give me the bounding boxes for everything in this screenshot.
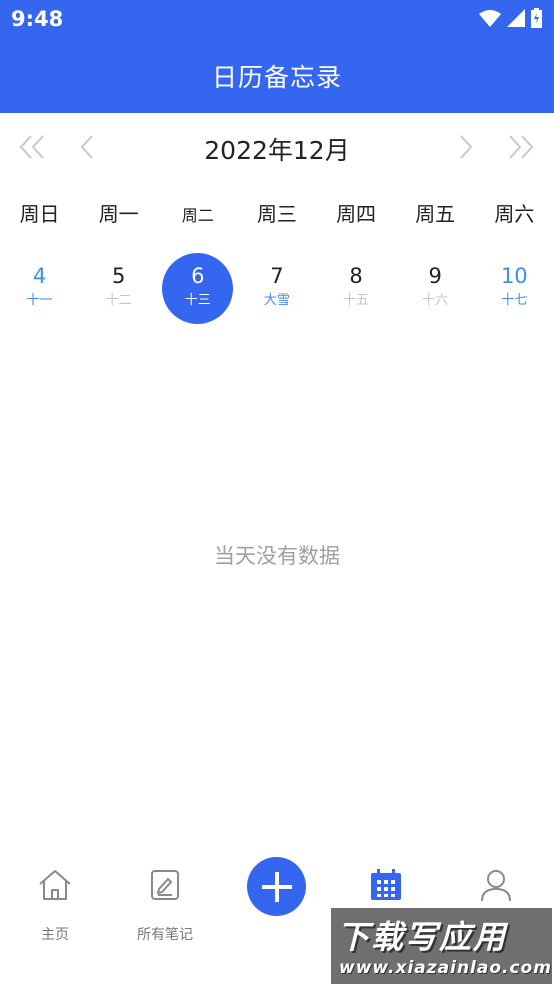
day-cell[interactable]: 9 十六 (396, 252, 475, 328)
app-bar: 9:48 日历备忘录 (0, 0, 554, 113)
weekday-label: 周五 (415, 202, 456, 226)
month-navigation: 2022年12月 (0, 113, 554, 181)
weekday-label: 周三 (256, 202, 297, 226)
weekday-label: 周日 (19, 202, 60, 226)
lunar-date: 十五 (343, 293, 370, 308)
page-title: 日历备忘录 (211, 63, 342, 92)
status-icons (479, 8, 542, 28)
empty-state-text: 当天没有数据 (214, 544, 340, 568)
day-cell[interactable]: 8 十五 (317, 252, 396, 328)
day-cell[interactable]: 4 十一 (0, 252, 79, 328)
day-cell[interactable]: 7 大雪 (237, 252, 316, 328)
lunar-date: 十六 (422, 293, 449, 308)
calendar-icon (371, 869, 401, 900)
tab-profile[interactable] (441, 868, 551, 902)
watermark-url: www.xiazainlao.com (339, 958, 552, 978)
tab-all-notes-label: 所有笔记 (137, 927, 193, 943)
tab-home[interactable]: 主页 (0, 868, 110, 944)
weekday-label: 周六 (494, 202, 535, 226)
tab-all-notes[interactable]: 所有笔记 (110, 868, 220, 944)
weekday-label: 周二 (181, 206, 214, 225)
day-cell[interactable]: 5 十二 (79, 252, 158, 328)
day-number: 8 (349, 264, 363, 288)
chevron-right-icon (460, 135, 473, 159)
day-number: 4 (32, 264, 47, 288)
lunar-date: 十七 (501, 293, 528, 308)
watermark-title: 下载写应用 (337, 918, 508, 956)
next-year-button[interactable] (503, 129, 539, 165)
signal-icon (507, 9, 525, 27)
weekday-label: 周四 (336, 202, 377, 226)
weekday-label: 周一 (98, 202, 139, 226)
double-chevron-right-icon (509, 135, 534, 159)
lunar-date: 十二 (105, 293, 132, 308)
tab-calendar[interactable] (331, 868, 441, 902)
day-number: 7 (270, 264, 284, 288)
day-cell[interactable]: 10 十七 (475, 252, 554, 328)
person-icon (481, 870, 511, 902)
watermark: 下载写应用 www.xiazainlao.com (331, 908, 552, 984)
notes-icon (151, 870, 179, 900)
day-number: 6 (191, 264, 205, 288)
lunar-date: 十一 (26, 293, 53, 308)
battery-icon (531, 8, 542, 28)
day-cell-selected[interactable]: 6 十三 (158, 252, 237, 328)
weekday-header: 周日 周一 周二 周三 周四 周五 周六 (0, 198, 554, 232)
day-number: 10 (500, 264, 528, 288)
home-icon (39, 870, 71, 900)
add-memo-button[interactable] (247, 857, 306, 916)
week-days-row: 4 十一 5 十二 6 十三 7 大雪 8 十五 9 十六 10 十七 (0, 252, 554, 328)
wifi-icon (479, 10, 501, 27)
lunar-date: 十三 (184, 293, 211, 308)
tab-home-label: 主页 (41, 927, 69, 943)
day-number: 5 (112, 264, 126, 288)
status-time: 9:48 (11, 7, 64, 31)
plus-icon (261, 871, 292, 902)
next-month-button[interactable] (447, 129, 483, 165)
solar-term-label: 大雪 (263, 293, 290, 308)
day-number: 9 (428, 264, 442, 288)
